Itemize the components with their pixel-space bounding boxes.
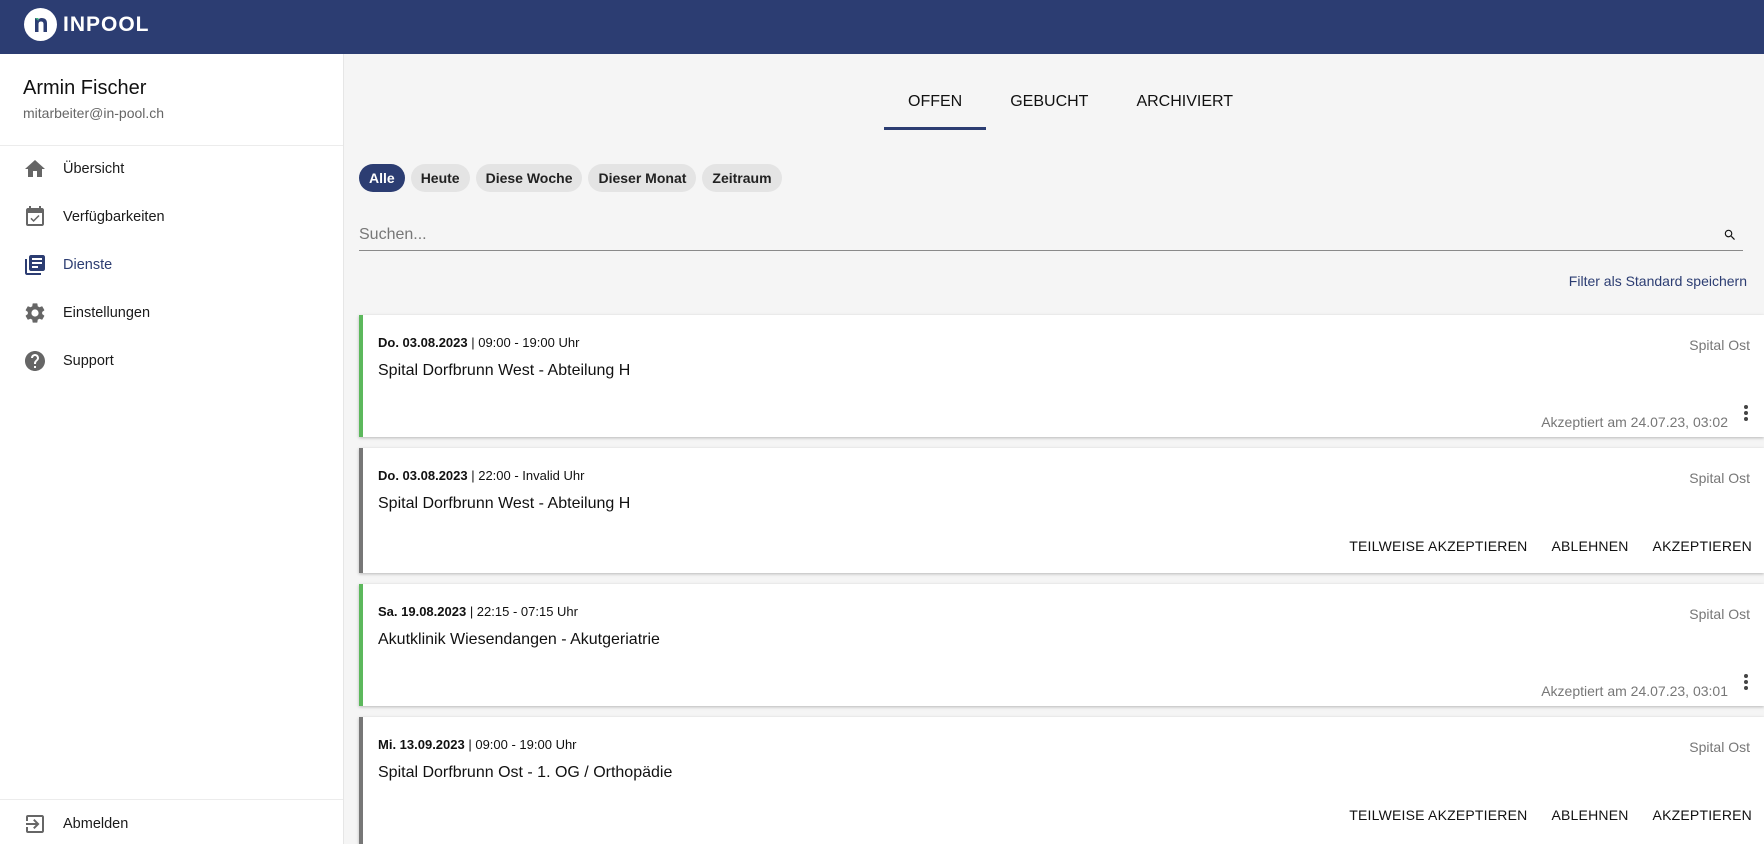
sidebar-item-label: Einstellungen [63,305,151,321]
sidebar-item-uebersicht[interactable]: Übersicht [0,145,343,193]
shift-title: Spital Dorfbrunn West - Abteilung H [378,495,631,512]
shift-location: Spital Ost [1689,470,1750,486]
search-icon[interactable] [1723,228,1737,242]
help-icon [25,351,45,371]
brand-name: INPOOL [63,12,150,36]
sidebar-item-label: Dienste [63,257,113,273]
sidebar-item-label: Support [63,353,114,369]
card-actions: TEILWEISE AKZEPTIEREN ABLEHNEN AKZEPTIER… [1337,530,1752,562]
sidebar-item-label: Übersicht [63,161,125,177]
shift-day: Do. 03.08.2023 [378,335,468,350]
search-bar [359,221,1743,251]
sidebar-item-einstellungen[interactable]: Einstellungen [0,289,343,337]
accept-button[interactable]: AKZEPTIEREN [1641,530,1752,562]
more-vert-icon[interactable] [1738,401,1754,425]
logout-label: Abmelden [63,816,129,832]
home-icon [25,160,45,177]
sidebar-item-support[interactable]: Support [0,337,343,385]
shift-time: | 22:00 - Invalid Uhr [467,468,585,483]
shift-date: Do. 03.08.2023 | 09:00 - 19:00 Uhr [378,335,579,350]
user-name: Armin Fischer [23,77,147,99]
accepted-timestamp: Akzeptiert am 24.07.23, 03:01 [1541,683,1728,699]
shift-date: Sa. 19.08.2023 | 22:15 - 07:15 Uhr [378,604,578,619]
shift-title: Spital Dorfbrunn West - Abteilung H [378,362,631,379]
shift-title: Akutklinik Wiesendangen - Akutgeriatrie [378,631,660,648]
shift-time: | 09:00 - 19:00 Uhr [464,737,577,752]
shift-date: Do. 03.08.2023 | 22:00 - Invalid Uhr [378,468,584,483]
tab-archiviert[interactable]: ARCHIVIERT [1112,78,1257,130]
chip-zeitraum[interactable]: Zeitraum [702,164,782,192]
shift-day: Sa. 19.08.2023 [378,604,467,619]
gear-icon [25,303,45,323]
user-email: mitarbeiter@in-pool.ch [23,105,165,121]
shift-day: Mi. 13.09.2023 [378,737,465,752]
sidebar-item-dienste[interactable]: Dienste [0,241,343,289]
shift-card[interactable]: Mi. 13.09.2023 | 09:00 - 19:00 Uhr Spita… [359,717,1764,844]
sidebar: Armin Fischer mitarbeiter@in-pool.ch Übe… [0,54,344,844]
tab-gebucht[interactable]: GEBUCHT [986,78,1112,130]
sidebar-item-verfuegbarkeiten[interactable]: Verfügbarkeiten [0,193,343,241]
app-logo[interactable]: INPOOL [24,8,150,41]
card-actions: TEILWEISE AKZEPTIEREN ABLEHNEN AKZEPTIER… [1337,799,1752,831]
chip-dieser-monat[interactable]: Dieser Monat [588,164,697,192]
shift-time: | 09:00 - 19:00 Uhr [467,335,580,350]
sidebar-item-label: Verfügbarkeiten [63,209,165,225]
logout-button[interactable]: Abmelden [0,800,343,844]
tab-bar: OFFEN GEBUCHT ARCHIVIERT [884,78,1257,130]
shift-time: | 22:15 - 07:15 Uhr [466,604,578,619]
shift-card[interactable]: Do. 03.08.2023 | 09:00 - 19:00 Uhr Spita… [359,315,1764,437]
accepted-timestamp: Akzeptiert am 24.07.23, 03:02 [1541,414,1728,430]
filter-chips: Alle Heute Diese Woche Dieser Monat Zeit… [359,164,782,192]
shift-card[interactable]: Do. 03.08.2023 | 22:00 - Invalid Uhr Spi… [359,448,1764,573]
list-icon [25,255,45,275]
shift-day: Do. 03.08.2023 [378,468,468,483]
user-info: Armin Fischer mitarbeiter@in-pool.ch [0,54,343,146]
logout-icon [26,815,44,833]
save-filter-link[interactable]: Filter als Standard speichern [1569,273,1747,289]
search-input[interactable] [359,221,1699,249]
shift-card[interactable]: Sa. 19.08.2023 | 22:15 - 07:15 Uhr Akutk… [359,584,1764,706]
tab-offen[interactable]: OFFEN [884,78,987,130]
decline-button[interactable]: ABLEHNEN [1539,799,1640,831]
logout-section: Abmelden [0,799,343,844]
shift-date: Mi. 13.09.2023 | 09:00 - 19:00 Uhr [378,737,577,752]
chip-diese-woche[interactable]: Diese Woche [475,164,583,192]
shift-title: Spital Dorfbrunn Ost - 1. OG / Orthopädi… [378,764,673,781]
calendar-check-icon [26,206,44,226]
shift-location: Spital Ost [1689,337,1750,353]
shift-location: Spital Ost [1689,739,1750,755]
decline-button[interactable]: ABLEHNEN [1539,530,1640,562]
more-vert-icon[interactable] [1738,670,1754,694]
partial-accept-button[interactable]: TEILWEISE AKZEPTIEREN [1337,530,1539,562]
chip-alle[interactable]: Alle [359,164,405,192]
accept-button[interactable]: AKZEPTIEREN [1641,799,1752,831]
chip-heute[interactable]: Heute [410,164,470,192]
partial-accept-button[interactable]: TEILWEISE AKZEPTIEREN [1337,799,1539,831]
top-app-bar: INPOOL [0,0,1764,54]
shift-location: Spital Ost [1689,606,1750,622]
inpool-logo-icon [24,8,57,41]
